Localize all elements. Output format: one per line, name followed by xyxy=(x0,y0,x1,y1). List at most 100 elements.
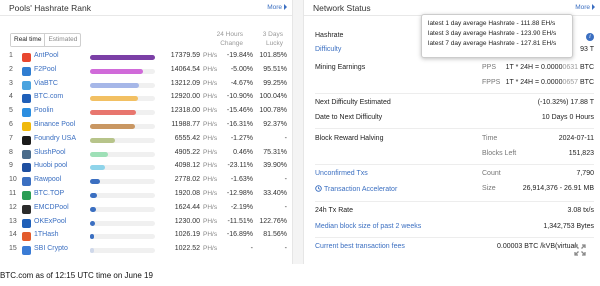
pool-name-link[interactable]: Foundry USA xyxy=(34,135,76,142)
pool-3day-luck: - xyxy=(284,134,287,142)
pool-24h-change: - xyxy=(250,245,253,253)
pool-logo-icon xyxy=(22,163,31,173)
panel-header: Pools' Hashrate Rank More xyxy=(0,0,292,16)
pool-logo-icon xyxy=(22,135,31,145)
hashrate-bar xyxy=(90,55,155,60)
luck-column-header: 3 Days Lucky xyxy=(250,30,283,48)
pool-name-link[interactable]: OKExPool xyxy=(34,218,66,225)
hashrate-label: Hashrate xyxy=(315,32,344,39)
pool-name-link[interactable]: ViaBTC xyxy=(34,80,58,87)
divider xyxy=(315,164,594,165)
hashrate-bar xyxy=(90,137,155,143)
divider xyxy=(315,128,594,129)
median-block-size-link[interactable]: Median block size of past 2 weeks xyxy=(315,223,421,230)
hashrate-bar-fill xyxy=(90,124,135,129)
pools-hashrate-panel: Pools' Hashrate Rank More Real time Esti… xyxy=(0,0,293,264)
fpps-value: 1T * 24H = 0.00000657 BTC xyxy=(506,79,594,86)
median-block-size-value: 1,342,753 Bytes xyxy=(543,223,594,230)
tx-rate-value: 3.08 tx/s xyxy=(567,207,594,214)
pool-3day-luck: 99.25% xyxy=(263,79,287,87)
hashrate-bar-fill xyxy=(90,179,101,185)
pool-name-link[interactable]: Poolin xyxy=(34,107,53,114)
pool-logo-icon xyxy=(22,177,31,187)
pool-row: 7 Foundry USA 6555.42 PH/s -1.27% - xyxy=(0,135,293,147)
pool-logo-icon xyxy=(22,246,31,256)
pool-hashrate: 17379.59 xyxy=(170,52,200,59)
change-column-header: 24 Hours Change xyxy=(205,30,243,48)
tab-estimated[interactable]: Estimated xyxy=(45,34,80,46)
pool-row: 9 Huobi pool 4098.12 PH/s -23.11% 39.90% xyxy=(0,162,293,174)
divider xyxy=(315,93,594,94)
best-fees-link[interactable]: Current best transaction fees xyxy=(315,243,405,250)
pool-row: 3 ViaBTC 13212.09 PH/s -4.67% 99.25% xyxy=(0,80,293,92)
pps-value: 1T * 24H = 0.00000631 BTC xyxy=(506,64,594,71)
hashrate-bar xyxy=(90,220,155,226)
pool-hashrate: 4098.12 xyxy=(174,162,200,170)
hashrate-bar-fill xyxy=(90,248,94,254)
pool-rank: 9 xyxy=(9,162,13,170)
pool-name-link[interactable]: F2Pool xyxy=(34,66,56,73)
pool-name-link[interactable]: SlushPool xyxy=(34,149,66,156)
pool-rank: 2 xyxy=(9,65,13,73)
pool-logo-icon xyxy=(22,218,31,228)
hashrate-bar xyxy=(90,248,155,254)
transaction-accelerator-link[interactable]: Transaction Accelerator xyxy=(315,185,397,193)
hashrate-bar-fill xyxy=(90,193,98,198)
pool-logo-icon xyxy=(22,149,31,159)
pool-24h-change: -10.90% xyxy=(226,93,253,101)
hashrate-bar-fill xyxy=(90,234,94,240)
expand-icon[interactable] xyxy=(574,244,586,256)
pool-name-link[interactable]: Huobi pool xyxy=(34,162,67,169)
more-link[interactable]: More xyxy=(267,4,287,11)
pool-hashrate: 6555.42 xyxy=(174,134,200,142)
pool-hashrate: 1026.19 xyxy=(174,231,200,239)
hashrate-bar-fill xyxy=(90,55,155,60)
hashrate-bar xyxy=(90,206,155,212)
footer-caption: BTC.com as of 12:15 UTC time on June 19 xyxy=(0,271,153,280)
hashrate-tooltip: latest 1 day average Hashrate - 111.88 E… xyxy=(421,14,573,58)
pool-name-link[interactable]: Binance Pool xyxy=(34,121,75,128)
hashrate-bar-fill xyxy=(90,151,109,157)
pool-logo-icon xyxy=(22,80,31,90)
pool-3day-luck: 33.40% xyxy=(263,190,287,197)
info-icon[interactable]: i xyxy=(586,33,594,41)
pool-24h-change: 0.46% xyxy=(233,148,253,156)
more-label: More xyxy=(575,4,590,11)
blocks-left-value: 151,823 xyxy=(568,150,594,157)
pool-3day-luck: - xyxy=(284,176,287,184)
pool-rank: 1 xyxy=(9,52,13,59)
pool-name-link[interactable]: Rawpool xyxy=(34,176,61,183)
difficulty-value: 93 T xyxy=(580,46,594,53)
pool-rank: 12 xyxy=(9,203,17,211)
next-difficulty-label: Next Difficulty Estimated xyxy=(315,99,391,106)
pool-3day-luck: 95.51% xyxy=(263,65,287,73)
divider xyxy=(315,237,594,238)
unconfirmed-txs-link[interactable]: Unconfirmed Txs xyxy=(315,170,368,177)
pool-name-link[interactable]: BTC.TOP xyxy=(34,190,64,197)
hashrate-bar xyxy=(90,165,155,171)
pool-hashrate: 14064.54 xyxy=(170,65,200,73)
pool-rank: 15 xyxy=(9,245,17,253)
hashrate-bar xyxy=(90,96,155,102)
more-link[interactable]: More xyxy=(575,4,595,11)
pool-24h-change: -11.51% xyxy=(227,217,253,225)
tab-real-time[interactable]: Real time xyxy=(11,34,46,46)
difficulty-link[interactable]: Difficulty xyxy=(315,46,341,53)
pool-logo-icon xyxy=(22,191,31,200)
hashrate-bar-fill xyxy=(90,220,95,226)
pool-name-link[interactable]: AntPool xyxy=(34,52,59,59)
pool-hashrate: 12920.00 xyxy=(170,93,200,101)
pool-logo-icon xyxy=(22,66,31,76)
pool-name-link[interactable]: SBI Crypto xyxy=(34,245,68,252)
pool-name-link[interactable]: EMCDPool xyxy=(34,204,69,211)
chevron-right-icon xyxy=(284,4,287,11)
pool-logo-icon xyxy=(22,204,31,214)
pool-name-link[interactable]: BTC.com xyxy=(34,93,63,100)
pool-hashrate: 1920.08 xyxy=(174,190,200,197)
pool-3day-luck: - xyxy=(284,245,287,253)
pool-rank: 11 xyxy=(9,190,17,197)
date-next-difficulty-label: Date to Next Difficulty xyxy=(315,114,383,121)
pool-name-link[interactable]: 1THash xyxy=(34,231,59,238)
panel-gap xyxy=(293,0,303,264)
change-header-line1: 24 Hours xyxy=(216,31,243,38)
